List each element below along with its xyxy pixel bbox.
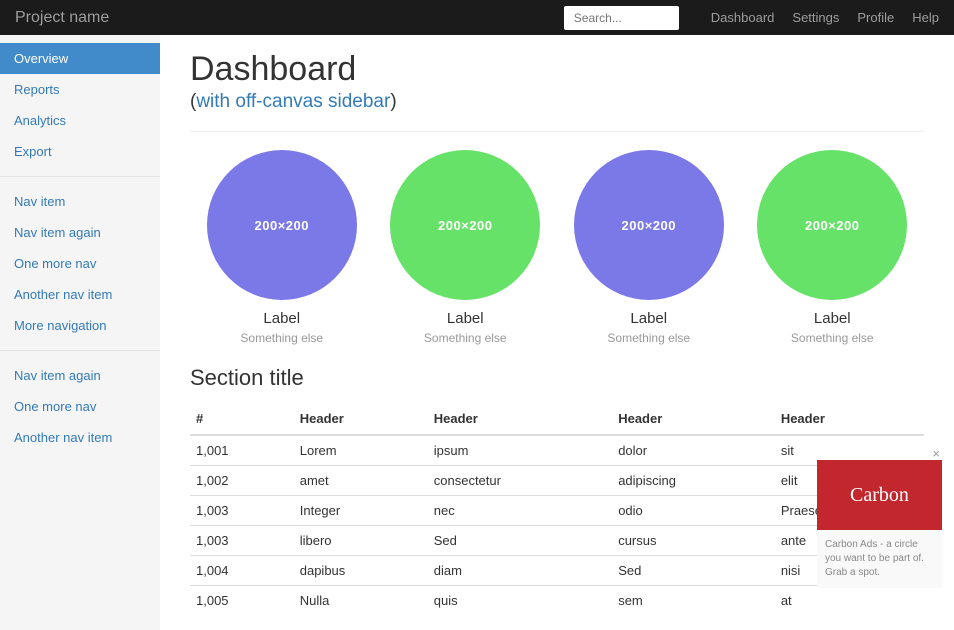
table-row: 1,004dapibusdiamSednisi	[190, 556, 924, 586]
table-header-row: # Header Header Header Header	[190, 403, 924, 435]
navbar: Project name Dashboard Settings Profile …	[0, 0, 954, 35]
table-row: 1,005Nullaquissemat	[190, 586, 924, 616]
nav-link-help[interactable]: Help	[912, 10, 939, 25]
table-cell: nec	[428, 496, 612, 526]
table-cell: Nulla	[294, 586, 428, 616]
table-header: #	[190, 403, 294, 435]
sidebar-item-reports[interactable]: Reports	[0, 74, 160, 105]
circle-row: 200×200 Label Something else 200×200 Lab…	[190, 150, 924, 345]
page-title: Dashboard	[190, 50, 924, 89]
sidebar-item[interactable]: One more nav	[0, 391, 160, 422]
sub-suffix: )	[390, 91, 396, 112]
table-cell: 1,002	[190, 466, 294, 496]
sidebar-item[interactable]: Nav item again	[0, 217, 160, 248]
sidebar-item[interactable]: One more nav	[0, 248, 160, 279]
placeholder-circle: 200×200	[574, 150, 724, 300]
table-cell: 1,004	[190, 556, 294, 586]
circle-label: Label	[374, 310, 558, 327]
sidebar-item[interactable]: Nav item again	[0, 360, 160, 391]
circle-sublabel: Something else	[741, 331, 925, 345]
table-cell: 1,005	[190, 586, 294, 616]
circle-label: Label	[190, 310, 374, 327]
sidebar-item-analytics[interactable]: Analytics	[0, 105, 160, 136]
table-row: 1,003IntegernecodioPraesent	[190, 496, 924, 526]
divider	[190, 131, 924, 132]
circle-label: Label	[741, 310, 925, 327]
placeholder-circle: 200×200	[207, 150, 357, 300]
table-cell: odio	[612, 496, 775, 526]
circle-item: 200×200 Label Something else	[190, 150, 374, 345]
table-header: Header	[294, 403, 428, 435]
sidebar-item[interactable]: Another nav item	[0, 422, 160, 453]
table-cell: Integer	[294, 496, 428, 526]
table-cell: dapibus	[294, 556, 428, 586]
table-cell: at	[775, 586, 924, 616]
off-canvas-link[interactable]: with off-canvas sidebar	[196, 91, 390, 112]
placeholder-circle: 200×200	[757, 150, 907, 300]
table-cell: 1,003	[190, 526, 294, 556]
close-icon[interactable]: ×	[932, 446, 940, 461]
nav-link-profile[interactable]: Profile	[857, 10, 894, 25]
navbar-brand[interactable]: Project name	[15, 9, 109, 27]
table-cell: sem	[612, 586, 775, 616]
ad-image[interactable]: Carbon	[817, 460, 942, 530]
table-cell: libero	[294, 526, 428, 556]
sidebar-item[interactable]: Another nav item	[0, 279, 160, 310]
table-header: Header	[775, 403, 924, 435]
table-cell: Lorem	[294, 435, 428, 466]
search-input[interactable]	[564, 6, 679, 30]
table-cell: diam	[428, 556, 612, 586]
table-cell: adipiscing	[612, 466, 775, 496]
nav-link-settings[interactable]: Settings	[792, 10, 839, 25]
sidebar-item[interactable]: Nav item	[0, 186, 160, 217]
ad-widget: × Carbon Carbon Ads - a circle you want …	[817, 460, 942, 588]
table-cell: quis	[428, 586, 612, 616]
circle-sublabel: Something else	[374, 331, 558, 345]
table-cell: dolor	[612, 435, 775, 466]
circle-sublabel: Something else	[190, 331, 374, 345]
sidebar-item[interactable]: More navigation	[0, 310, 160, 341]
sidebar-divider	[0, 176, 160, 177]
table-cell: consectetur	[428, 466, 612, 496]
table-cell: Sed	[428, 526, 612, 556]
table-cell: amet	[294, 466, 428, 496]
nav-link-dashboard[interactable]: Dashboard	[711, 10, 775, 25]
placeholder-circle: 200×200	[390, 150, 540, 300]
circle-item: 200×200 Label Something else	[557, 150, 741, 345]
table-row: 1,003liberoSedcursusante	[190, 526, 924, 556]
table-cell: Sed	[612, 556, 775, 586]
table-row: 1,001Loremipsumdolorsit	[190, 435, 924, 466]
section-title: Section title	[190, 365, 924, 391]
table-cell: 1,003	[190, 496, 294, 526]
page-subtitle: (with off-canvas sidebar)	[190, 91, 924, 113]
data-table: # Header Header Header Header 1,001Lorem…	[190, 403, 924, 615]
sidebar-divider	[0, 350, 160, 351]
table-header: Header	[612, 403, 775, 435]
sidebar-item-export[interactable]: Export	[0, 136, 160, 167]
table-row: 1,002ametconsecteturadipiscingelit	[190, 466, 924, 496]
ad-text: Carbon Ads - a circle you want to be par…	[817, 530, 942, 588]
circle-item: 200×200 Label Something else	[741, 150, 925, 345]
sidebar: Overview Reports Analytics Export Nav it…	[0, 35, 160, 630]
table-cell: ipsum	[428, 435, 612, 466]
circle-item: 200×200 Label Something else	[374, 150, 558, 345]
circle-sublabel: Something else	[557, 331, 741, 345]
circle-label: Label	[557, 310, 741, 327]
table-header: Header	[428, 403, 612, 435]
sidebar-item-overview[interactable]: Overview	[0, 43, 160, 74]
table-cell: 1,001	[190, 435, 294, 466]
table-cell: cursus	[612, 526, 775, 556]
